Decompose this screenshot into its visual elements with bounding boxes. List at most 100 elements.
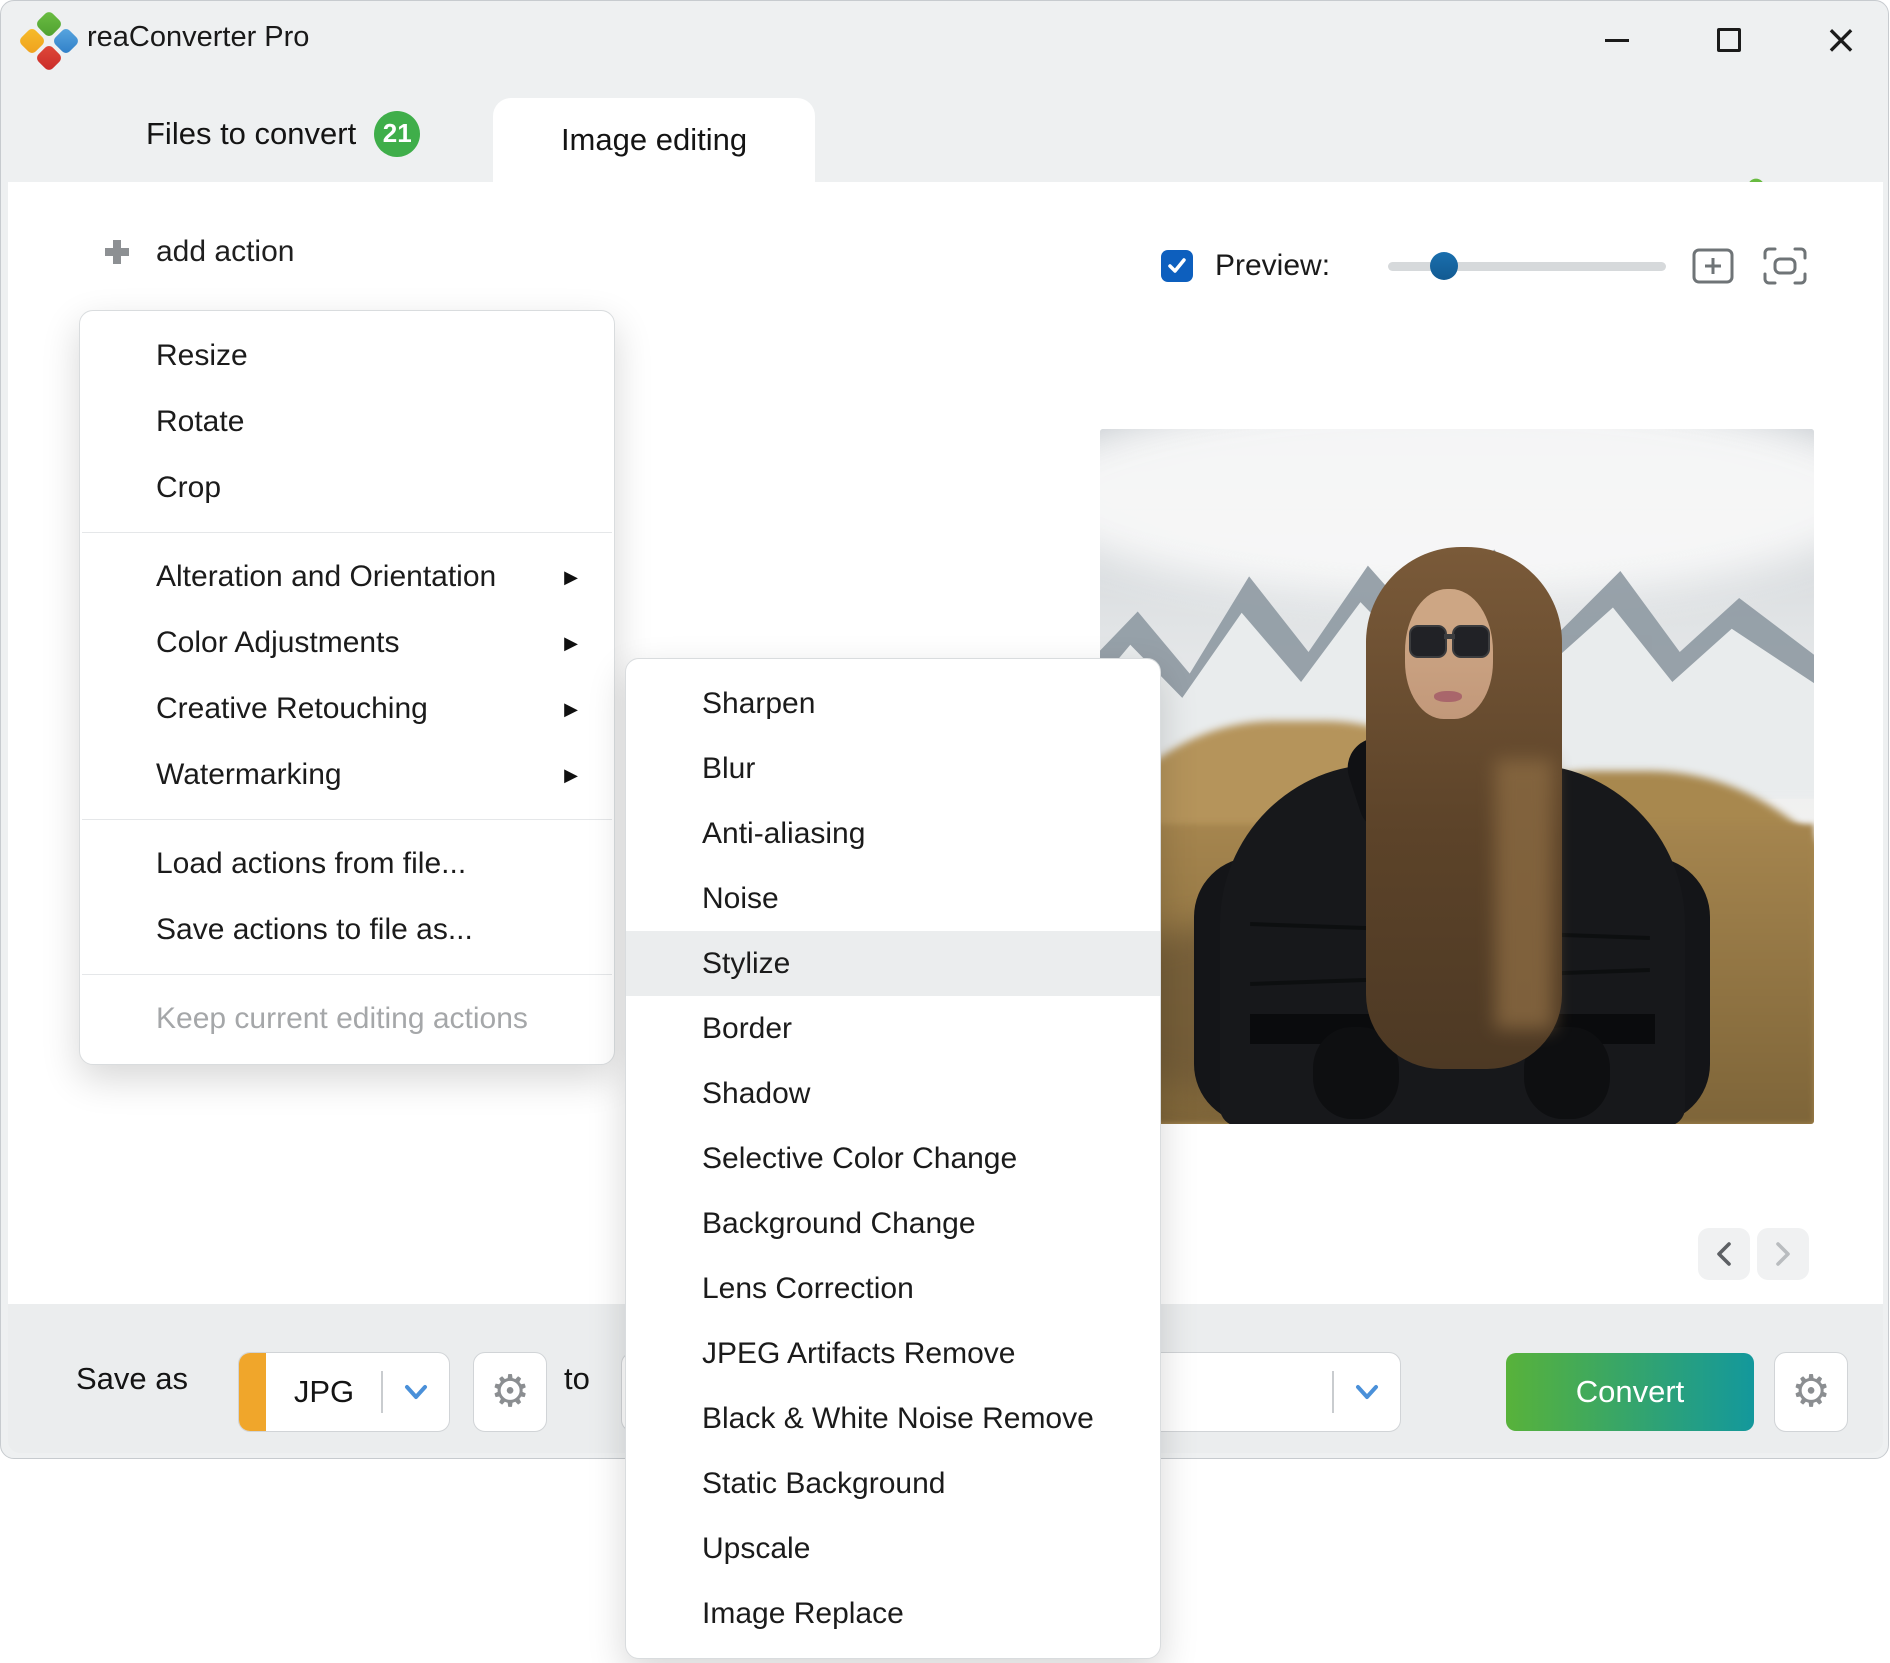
chevron-right-icon: [1770, 1239, 1796, 1269]
combo-divider: [381, 1371, 383, 1413]
next-image-button[interactable]: [1757, 1228, 1809, 1280]
chevron-down-icon: [1350, 1379, 1384, 1405]
format-color-stripe: [239, 1353, 266, 1431]
app-logo-icon: [18, 10, 80, 72]
minimize-icon: [1605, 39, 1629, 42]
format-settings-button[interactable]: ⚙: [473, 1352, 547, 1432]
tab-label: Files to convert: [146, 116, 356, 152]
menu-item[interactable]: Black & White Noise Remove ▶: [626, 1386, 1160, 1451]
menu-item[interactable]: Crop ▶: [80, 455, 614, 521]
menu-item-label: Keep current editing actions: [156, 1002, 578, 1036]
maximize-icon: [1717, 28, 1741, 52]
menu-item-label: Creative Retouching: [156, 692, 564, 726]
menu-separator: [82, 532, 612, 533]
menu-item-label: Noise: [702, 882, 1124, 916]
fullscreen-icon: [1761, 243, 1809, 289]
menu-item-label: Selective Color Change: [702, 1142, 1124, 1176]
chevron-down-icon: [399, 1379, 433, 1405]
tab-files-to-convert[interactable]: Files to convert 21: [146, 85, 420, 182]
titlebar: reaConverter Pro ×: [1, 1, 1888, 85]
effects-submenu: Sharpen ▶ Blur ▶ Anti-aliasing ▶ Noise ▶…: [625, 658, 1161, 1659]
tab-label: Image editing: [561, 122, 747, 158]
menu-item[interactable]: Noise ▶: [626, 866, 1160, 931]
menu-item[interactable]: Lens Correction ▶: [626, 1256, 1160, 1321]
menu-item[interactable]: Watermarking ▶: [80, 742, 614, 808]
sunglasses-lens: [1409, 625, 1447, 658]
checkbox-checked-icon: [1165, 254, 1189, 278]
submenu-arrow-icon: ▶: [564, 567, 578, 588]
menu-item[interactable]: Color Adjustments ▶: [80, 610, 614, 676]
minimize-button[interactable]: [1594, 17, 1640, 63]
submenu-arrow-icon: ▶: [564, 633, 578, 654]
preview-checkbox[interactable]: [1161, 250, 1193, 282]
menu-item-label: Background Change: [702, 1207, 1124, 1241]
maximize-button[interactable]: [1706, 17, 1752, 63]
image-pager: [1698, 1228, 1809, 1280]
chevron-left-icon: [1711, 1239, 1737, 1269]
menu-item[interactable]: Border ▶: [626, 996, 1160, 1061]
menu-item-label: Resize: [156, 339, 578, 373]
format-dropdown[interactable]: JPG: [238, 1352, 450, 1432]
menu-item[interactable]: JPEG Artifacts Remove ▶: [626, 1321, 1160, 1386]
menu-item-label: Lens Correction: [702, 1272, 1124, 1306]
menu-item-label: Alteration and Orientation: [156, 560, 564, 594]
sunglasses-lens: [1452, 625, 1490, 658]
preview-label: Preview:: [1215, 249, 1330, 283]
tab-image-editing[interactable]: Image editing: [493, 98, 815, 182]
menu-item[interactable]: Background Change ▶: [626, 1191, 1160, 1256]
close-button[interactable]: ×: [1818, 17, 1864, 63]
previous-image-button[interactable]: [1698, 1228, 1750, 1280]
save-as-label: Save as: [76, 1361, 188, 1397]
menu-item-label: Black & White Noise Remove: [702, 1402, 1124, 1436]
fullscreen-button[interactable]: [1760, 241, 1810, 291]
menu-item[interactable]: Resize ▶: [80, 323, 614, 389]
menu-item[interactable]: Sharpen ▶: [626, 671, 1160, 736]
menu-item[interactable]: Shadow ▶: [626, 1061, 1160, 1126]
sunglasses-bridge: [1444, 634, 1455, 639]
gear-icon: ⚙: [490, 1370, 529, 1414]
menu-item-label: Static Background: [702, 1467, 1124, 1501]
menu-item[interactable]: Anti-aliasing ▶: [626, 801, 1160, 866]
menu-item[interactable]: Upscale ▶: [626, 1516, 1160, 1581]
menu-item[interactable]: Image Replace ▶: [626, 1581, 1160, 1646]
convert-settings-button[interactable]: ⚙: [1774, 1352, 1848, 1432]
submenu-arrow-icon: ▶: [564, 765, 578, 786]
menu-item[interactable]: Creative Retouching ▶: [80, 676, 614, 742]
to-label: to: [564, 1361, 590, 1397]
preview-zoom-slider[interactable]: [1388, 250, 1666, 282]
menu-separator: [82, 819, 612, 820]
menu-item-label: Border: [702, 1012, 1124, 1046]
menu-item-label: Sharpen: [702, 687, 1124, 721]
menu-item[interactable]: Static Background ▶: [626, 1451, 1160, 1516]
menu-item-label: Shadow: [702, 1077, 1124, 1111]
slider-thumb[interactable]: [1430, 252, 1458, 280]
square-plus-icon: [1690, 243, 1736, 289]
menu-item[interactable]: Load actions from file... ▶: [80, 831, 614, 897]
page: reaConverter Pro × Files to convert 21 I…: [0, 0, 1890, 1663]
menu-item-label: Blur: [702, 752, 1124, 786]
menu-item-label: Crop: [156, 471, 578, 505]
menu-item[interactable]: Blur ▶: [626, 736, 1160, 801]
menu-item-label: Load actions from file...: [156, 847, 578, 881]
submenu-arrow-icon: ▶: [564, 699, 578, 720]
add-action-menu: Resize ▶ Rotate ▶ Crop ▶ Alteration and …: [79, 310, 615, 1065]
zoom-actual-size-button[interactable]: [1688, 241, 1738, 291]
menu-item-label: Rotate: [156, 405, 578, 439]
menu-separator: [82, 974, 612, 975]
menu-item[interactable]: Alteration and Orientation ▶: [80, 544, 614, 610]
convert-button[interactable]: Convert: [1506, 1353, 1754, 1431]
menu-item[interactable]: Keep current editing actions ▶: [80, 986, 614, 1052]
menu-item-label: Stylize: [702, 947, 1124, 981]
menu-item[interactable]: Selective Color Change ▶: [626, 1126, 1160, 1191]
menu-item[interactable]: Save actions to file as... ▶: [80, 897, 614, 963]
menu-item-label: Upscale: [702, 1532, 1124, 1566]
close-icon: ×: [1824, 20, 1858, 60]
plus-icon: [102, 237, 132, 267]
app-title: reaConverter Pro: [87, 21, 309, 54]
menu-item[interactable]: Rotate ▶: [80, 389, 614, 455]
tab-bar: Files to convert 21 Image editing: [1, 85, 1888, 182]
gear-icon: ⚙: [1791, 1370, 1830, 1414]
add-action-button[interactable]: add action: [102, 235, 294, 269]
menu-item[interactable]: Stylize ▶: [626, 931, 1160, 996]
menu-item-label: Watermarking: [156, 758, 564, 792]
